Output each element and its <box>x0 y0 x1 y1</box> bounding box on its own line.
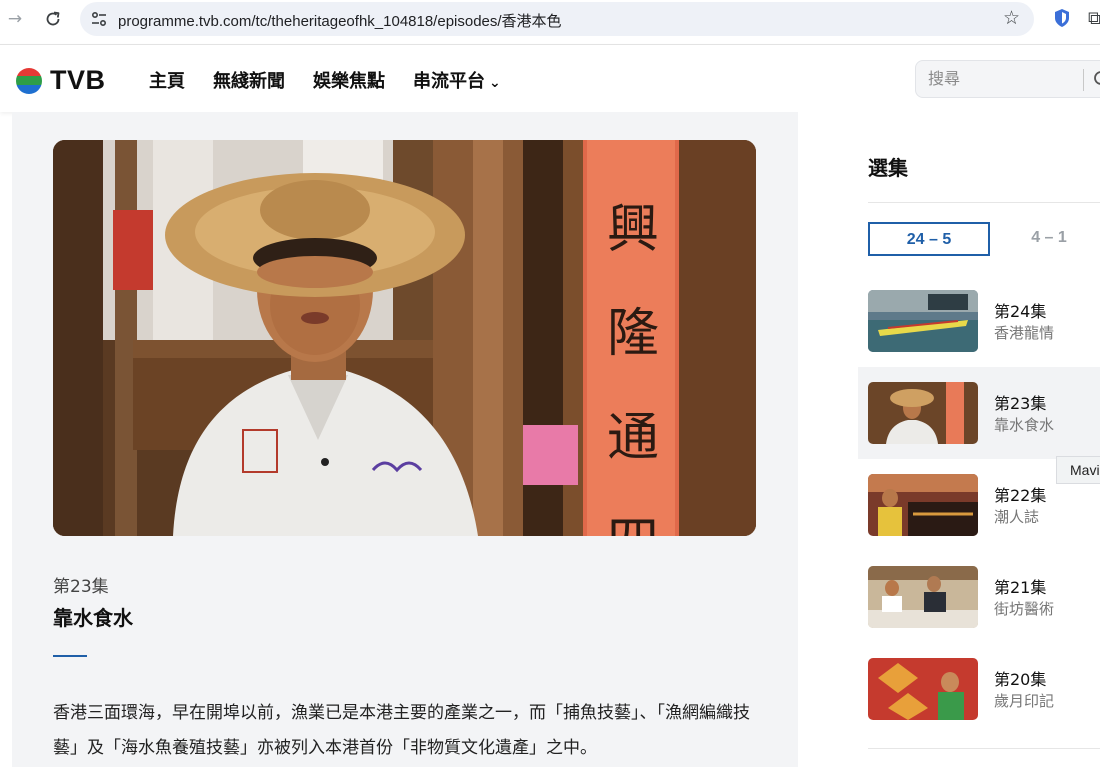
search-box <box>915 60 1100 98</box>
logo-text: TVB <box>50 65 106 95</box>
episode-number: 第23集 <box>53 577 109 597</box>
main-nav: 主頁 無綫新聞 娛樂焦點 串流平台 ⌄ <box>149 67 529 93</box>
episode-thumbnail <box>868 658 978 720</box>
nav-item-streaming-label: 串流平台 <box>413 71 485 92</box>
episode-item-24[interactable]: 第24集 香港龍情 <box>868 290 1100 354</box>
tooltip: Mavi <box>1056 456 1100 484</box>
episode-sidebar: 選集 24 – 5 4 – 1 第24集 香港龍情 第23集 靠水食水 第22集… <box>798 112 1100 767</box>
main-panel: 興 隆 通 四 第23集 靠水食水 香港三面環海，早在開埠以前，漁業已是本港主要… <box>12 112 798 767</box>
episode-item-number: 第21集 <box>994 578 1047 597</box>
site-settings-icon[interactable] <box>90 10 108 28</box>
episode-thumbnail <box>868 566 978 628</box>
divider <box>868 748 1100 749</box>
nav-item-home[interactable]: 主頁 <box>149 67 185 93</box>
search-input[interactable] <box>928 69 1078 88</box>
episode-thumbnail <box>868 290 978 352</box>
chevron-down-icon: ⌄ <box>489 75 501 91</box>
episode-item-title: 靠水食水 <box>994 416 1055 434</box>
calligraphy-char: 通 <box>606 408 659 468</box>
tvb-logo[interactable]: TVB <box>16 65 106 96</box>
bookmark-star-icon[interactable]: ☆ <box>1003 7 1020 29</box>
search-icon[interactable] <box>1092 69 1100 89</box>
calligraphy-char: 隆 <box>606 304 659 364</box>
search-divider <box>1083 69 1084 91</box>
episode-thumbnail <box>868 474 978 536</box>
tab-range-4-1[interactable]: 4 – 1 <box>988 222 1100 256</box>
nav-item-streaming[interactable]: 串流平台 ⌄ <box>413 67 501 93</box>
episode-item-number: 第24集 <box>994 302 1047 321</box>
video-player[interactable]: 興 隆 通 四 <box>53 140 756 536</box>
episode-item-title: 街坊醫術 <box>994 600 1055 618</box>
episode-item-number: 第22集 <box>994 486 1047 505</box>
episode-title: 靠水食水 <box>53 606 133 630</box>
title-underline <box>53 655 87 657</box>
address-bar[interactable]: programme.tvb.com/tc/theheritageofhk_104… <box>80 2 1034 36</box>
forward-arrow-icon[interactable]: → <box>0 4 30 34</box>
episode-item-title: 歲月印記 <box>994 692 1055 710</box>
episode-item-21[interactable]: 第21集 街坊醫術 <box>868 566 1100 630</box>
episode-item-23[interactable]: 第23集 靠水食水 <box>868 382 1100 446</box>
episode-item-title: 潮人誌 <box>994 508 1040 526</box>
shield-extension-icon[interactable] <box>1054 8 1070 28</box>
calligraphy-char: 四 <box>593 490 673 536</box>
browser-toolbar: → programme.tvb.com/tc/theheritageofhk_1… <box>0 0 1100 40</box>
calligraphy-char: 興 <box>606 200 659 260</box>
site-header: TVB 主頁 無綫新聞 娛樂焦點 串流平台 ⌄ <box>0 44 1100 112</box>
episode-item-number: 第23集 <box>994 394 1047 413</box>
sidebar-title: 選集 <box>868 156 908 180</box>
reload-icon[interactable] <box>38 4 68 34</box>
episode-thumbnail <box>868 382 978 444</box>
episode-item-20[interactable]: 第20集 歲月印記 <box>868 658 1100 722</box>
divider <box>868 202 1100 203</box>
nav-item-news[interactable]: 無綫新聞 <box>213 67 285 93</box>
tab-range-24-5[interactable]: 24 – 5 <box>868 222 990 256</box>
tvb-logo-ball-icon <box>16 67 42 94</box>
episode-item-title: 香港龍情 <box>994 324 1055 342</box>
episode-item-number: 第20集 <box>994 670 1047 689</box>
nav-item-entertainment[interactable]: 娛樂焦點 <box>313 67 385 93</box>
banner-calligraphy: 興 隆 通 四 <box>593 178 673 536</box>
url-text[interactable]: programme.tvb.com/tc/theheritageofhk_104… <box>118 10 562 31</box>
episode-description: 香港三面環海，早在開埠以前，漁業已是本港主要的產業之一，而「捕魚技藝」、「漁網編… <box>53 703 750 758</box>
extensions-puzzle-icon[interactable]: ⧉ <box>1088 8 1100 29</box>
